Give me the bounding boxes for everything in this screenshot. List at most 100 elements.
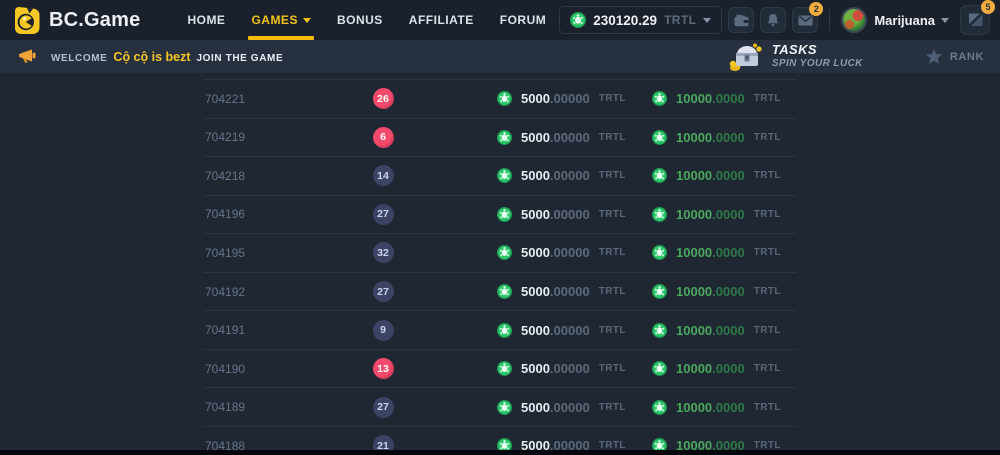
bet-amount: 5000.00000 xyxy=(521,323,590,338)
bet-amount-cell: 5000.00000 TRTL xyxy=(423,130,652,145)
bet-amount-cell: 5000.00000 TRTL xyxy=(423,207,652,222)
nav-item-bonus[interactable]: BONUS xyxy=(324,0,396,40)
bet-currency: TRTL xyxy=(599,325,626,336)
bet-currency: TRTL xyxy=(599,132,626,143)
bet-amount-cell: 5000.00000 TRTL xyxy=(423,400,652,415)
balance-amount: 230120.29 xyxy=(593,13,657,28)
wallet-icon xyxy=(734,14,749,27)
bet-amount: 5000.00000 xyxy=(521,168,590,183)
username[interactable]: Marijuana xyxy=(874,13,935,28)
table-row[interactable]: 704191 9 5000.00000 xyxy=(203,310,797,349)
nav-label: FORUM xyxy=(500,13,547,27)
trtl-coin-icon xyxy=(497,400,512,415)
trtl-coin-icon xyxy=(652,323,667,338)
chat-button[interactable]: 5 xyxy=(960,5,990,35)
bet-id: 704195 xyxy=(203,246,343,260)
table-row[interactable]: 704196 27 5000.0000 xyxy=(203,195,797,234)
bet-amount: 5000.00000 xyxy=(521,91,590,106)
brand-logo[interactable]: BC.Game xyxy=(13,6,140,35)
table-row[interactable]: 704195 32 5000.0000 xyxy=(203,233,797,272)
rank-label: RANK xyxy=(950,51,984,63)
trtl-coin-icon xyxy=(652,284,667,299)
table-row[interactable]: 704218 14 5000.0000 xyxy=(203,156,797,195)
bet-id: 704190 xyxy=(203,362,343,376)
win-amount: 10000.0000 xyxy=(676,323,745,338)
bet-amount-cell: 5000.00000 TRTL xyxy=(423,245,652,260)
win-amount: 10000.0000 xyxy=(676,400,745,415)
welcome-message[interactable]: WELCOME Cộ cộ is bezt JOIN THE GAME xyxy=(51,50,283,64)
bet-currency: TRTL xyxy=(599,247,626,258)
wallet-balance-selector[interactable]: 230120.29 TRTL xyxy=(559,6,722,34)
chat-count-badge: 5 xyxy=(981,0,995,14)
result-badge: 14 xyxy=(373,165,394,186)
table-row[interactable]: 704189 27 5000.0000 xyxy=(203,387,797,426)
bet-currency: TRTL xyxy=(599,209,626,220)
win-amount-cell: 10000.0000 TRTL xyxy=(652,284,797,299)
wallet-button[interactable] xyxy=(728,7,754,33)
rank-widget[interactable]: RANK xyxy=(925,48,984,65)
trtl-coin-icon xyxy=(652,168,667,183)
bet-currency: TRTL xyxy=(599,286,626,297)
nav-item-forum[interactable]: FORUM xyxy=(487,0,560,40)
trtl-coin-icon xyxy=(497,323,512,338)
bet-id: 704221 xyxy=(203,92,343,106)
trtl-coin-icon xyxy=(497,361,512,376)
nav-item-games[interactable]: GAMES xyxy=(238,0,324,40)
tasks-title: TASKS xyxy=(772,43,863,58)
win-amount: 10000.0000 xyxy=(676,245,745,260)
tasks-subtitle: SPIN YOUR LUCK xyxy=(772,58,863,70)
table-row[interactable]: 704190 13 5000.0000 xyxy=(203,349,797,388)
result-badge-cell: 27 xyxy=(343,204,423,225)
result-badge: 13 xyxy=(373,358,394,379)
table-row[interactable]: 704219 6 5000.00000 xyxy=(203,118,797,157)
trtl-coin-icon xyxy=(570,12,586,28)
trtl-coin-icon xyxy=(497,284,512,299)
win-currency: TRTL xyxy=(754,402,781,413)
win-amount-cell: 10000.0000 TRTL xyxy=(652,400,797,415)
mail-button[interactable]: 2 xyxy=(792,7,818,33)
win-amount-cell: 10000.0000 TRTL xyxy=(652,207,797,222)
win-currency: TRTL xyxy=(754,132,781,143)
win-amount: 10000.0000 xyxy=(676,361,745,376)
mail-count-badge: 2 xyxy=(809,2,823,16)
table-row[interactable]: 704192 27 5000.0000 xyxy=(203,272,797,311)
bet-amount: 5000.00000 xyxy=(521,130,590,145)
tasks-labels: TASKS SPIN YOUR LUCK xyxy=(772,43,863,69)
bet-amount-cell: 5000.00000 TRTL xyxy=(423,323,652,338)
balance-currency: TRTL xyxy=(664,13,696,27)
notifications-button[interactable] xyxy=(760,7,786,33)
result-badge: 26 xyxy=(373,88,394,109)
win-amount: 10000.0000 xyxy=(676,91,745,106)
chevron-down-icon[interactable] xyxy=(941,18,949,23)
result-badge-cell: 6 xyxy=(343,127,423,148)
bet-amount-cell: 5000.00000 TRTL xyxy=(423,284,652,299)
result-badge: 9 xyxy=(373,320,394,341)
win-currency: TRTL xyxy=(754,209,781,220)
trtl-coin-icon xyxy=(497,168,512,183)
tasks-widget[interactable]: TASKS SPIN YOUR LUCK xyxy=(727,42,863,72)
chat-icon xyxy=(967,13,984,27)
win-currency: TRTL xyxy=(754,93,781,104)
win-amount-cell: 10000.0000 TRTL xyxy=(652,245,797,260)
result-badge-cell: 14 xyxy=(343,165,423,186)
table-row[interactable]: 704221 26 5000.0000 xyxy=(203,79,797,118)
bet-id: 704218 xyxy=(203,169,343,183)
nav-item-affiliate[interactable]: AFFILIATE xyxy=(396,0,487,40)
nav-label: HOME xyxy=(187,13,225,27)
trtl-coin-icon xyxy=(652,130,667,145)
win-currency: TRTL xyxy=(754,325,781,336)
result-badge-cell: 9 xyxy=(343,320,423,341)
announcement-bar: WELCOME Cộ cộ is bezt JOIN THE GAME xyxy=(0,40,1000,73)
trtl-coin-icon xyxy=(497,207,512,222)
trtl-coin-icon xyxy=(497,245,512,260)
welcome-prefix: WELCOME xyxy=(51,53,107,64)
bet-id: 704191 xyxy=(203,323,343,337)
nav-item-home[interactable]: HOME xyxy=(174,0,238,40)
navbar-divider xyxy=(829,9,830,31)
win-currency: TRTL xyxy=(754,247,781,258)
welcome-highlight: Cộ cộ is bezt xyxy=(113,50,190,64)
bet-amount: 5000.00000 xyxy=(521,361,590,376)
megaphone-icon xyxy=(18,49,37,64)
user-avatar[interactable] xyxy=(841,7,867,33)
bet-currency: TRTL xyxy=(599,363,626,374)
